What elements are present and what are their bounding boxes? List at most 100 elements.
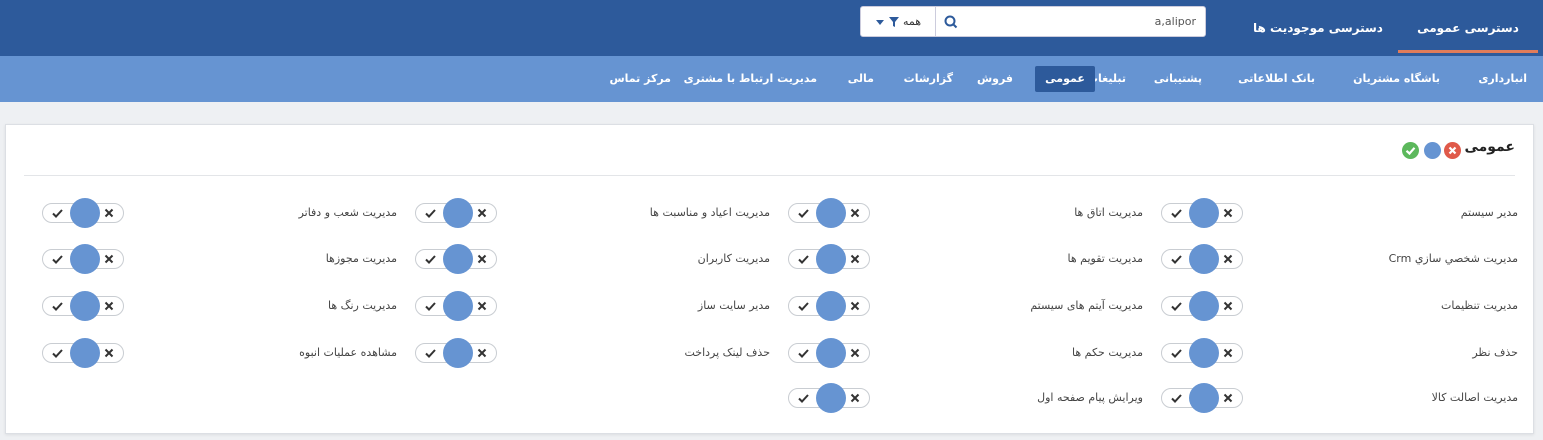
- permission-label: مدیریت اتاق ها: [1074, 206, 1143, 219]
- filter-dropdown[interactable]: همه: [860, 6, 936, 37]
- permission-toggle[interactable]: [1161, 338, 1243, 368]
- check-icon[interactable]: [1171, 254, 1182, 265]
- close-icon[interactable]: [1223, 208, 1233, 218]
- check-icon[interactable]: [425, 348, 436, 359]
- permission-label: مدیریت حکم ها: [1071, 346, 1143, 359]
- check-icon[interactable]: [52, 301, 63, 312]
- search-icon[interactable]: [942, 13, 960, 31]
- toggle-knob[interactable]: [443, 338, 473, 368]
- permission-toggle[interactable]: [42, 291, 124, 321]
- permission-toggle[interactable]: [1161, 198, 1243, 228]
- circle-icon: [1424, 142, 1441, 159]
- filter-label: همه: [902, 15, 922, 28]
- close-icon[interactable]: [850, 254, 860, 264]
- toggle-knob[interactable]: [816, 383, 846, 413]
- close-icon[interactable]: [477, 348, 487, 358]
- close-icon[interactable]: [850, 348, 860, 358]
- allow-all-button[interactable]: [1402, 142, 1419, 159]
- nav-item-sales[interactable]: فروش: [969, 66, 1021, 92]
- close-icon[interactable]: [850, 393, 860, 403]
- check-icon[interactable]: [798, 254, 809, 265]
- check-icon[interactable]: [1171, 393, 1182, 404]
- check-icon[interactable]: [798, 208, 809, 219]
- permission-toggle[interactable]: [788, 244, 870, 274]
- permission-label: ویرایش پیام صفحه اول: [1037, 391, 1143, 404]
- permission-toggle[interactable]: [788, 291, 870, 321]
- permission-toggle[interactable]: [42, 244, 124, 274]
- check-icon[interactable]: [52, 254, 63, 265]
- close-icon[interactable]: [104, 301, 114, 311]
- check-icon[interactable]: [425, 254, 436, 265]
- tab-entity-access[interactable]: دسترسی موجودیت ها: [1243, 0, 1393, 53]
- permission-toggle[interactable]: [415, 338, 497, 368]
- toggle-knob[interactable]: [443, 198, 473, 228]
- permission-label: حذف لینک پرداخت: [684, 346, 771, 359]
- toggle-knob[interactable]: [1189, 291, 1219, 321]
- close-icon[interactable]: [104, 208, 114, 218]
- check-icon[interactable]: [52, 208, 63, 219]
- check-icon[interactable]: [798, 301, 809, 312]
- check-icon[interactable]: [425, 208, 436, 219]
- toggle-knob[interactable]: [816, 338, 846, 368]
- close-icon[interactable]: [477, 301, 487, 311]
- close-icon[interactable]: [477, 208, 487, 218]
- close-icon[interactable]: [1223, 254, 1233, 264]
- check-icon[interactable]: [798, 393, 809, 404]
- nav-item-finance[interactable]: مالی: [840, 66, 882, 92]
- permission-toggle[interactable]: [42, 338, 124, 368]
- toggle-knob[interactable]: [816, 244, 846, 274]
- toggle-knob[interactable]: [443, 291, 473, 321]
- toggle-knob[interactable]: [816, 198, 846, 228]
- permission-label: مدیریت کاربران: [697, 252, 770, 265]
- nav-item-call-center[interactable]: مرکز تماس: [601, 66, 679, 92]
- close-icon[interactable]: [850, 301, 860, 311]
- toggle-knob[interactable]: [70, 244, 100, 274]
- neutral-all-button[interactable]: [1424, 142, 1441, 159]
- permission-toggle[interactable]: [415, 291, 497, 321]
- permission-toggle[interactable]: [42, 198, 124, 228]
- nav-item-general[interactable]: عمومی: [1035, 66, 1095, 92]
- permission-toggle[interactable]: [415, 244, 497, 274]
- nav-item-crm[interactable]: مدیریت ارتباط با مشتری: [676, 66, 825, 92]
- permission-toggle[interactable]: [788, 383, 870, 413]
- permission-toggle[interactable]: [1161, 383, 1243, 413]
- permission-toggle[interactable]: [1161, 244, 1243, 274]
- check-icon[interactable]: [425, 301, 436, 312]
- toggle-knob[interactable]: [816, 291, 846, 321]
- toggle-knob[interactable]: [70, 291, 100, 321]
- close-icon[interactable]: [104, 254, 114, 264]
- check-icon[interactable]: [1171, 301, 1182, 312]
- close-icon[interactable]: [1223, 301, 1233, 311]
- toggle-knob[interactable]: [443, 244, 473, 274]
- permission-toggle[interactable]: [1161, 291, 1243, 321]
- toggle-knob[interactable]: [1189, 198, 1219, 228]
- close-icon[interactable]: [850, 208, 860, 218]
- check-icon[interactable]: [52, 348, 63, 359]
- toggle-knob[interactable]: [1189, 338, 1219, 368]
- search-input[interactable]: [966, 7, 1202, 36]
- permission-toggle[interactable]: [415, 198, 497, 228]
- search-box: [935, 6, 1206, 37]
- nav-item-inventory[interactable]: انبارداری: [1470, 66, 1535, 92]
- check-icon[interactable]: [1171, 348, 1182, 359]
- nav-item-reports[interactable]: گزارشات: [896, 66, 961, 92]
- toggle-knob[interactable]: [70, 198, 100, 228]
- deny-all-button[interactable]: [1444, 142, 1461, 159]
- check-icon[interactable]: [798, 348, 809, 359]
- top-bar: دسترسی عمومی دسترسی موجودیت ها همه: [0, 0, 1543, 56]
- toggle-knob[interactable]: [70, 338, 100, 368]
- close-icon[interactable]: [1223, 393, 1233, 403]
- permission-toggle[interactable]: [788, 338, 870, 368]
- close-icon[interactable]: [477, 254, 487, 264]
- permission-label: مدیریت رنگ ها: [327, 299, 397, 312]
- toggle-knob[interactable]: [1189, 383, 1219, 413]
- check-icon[interactable]: [1171, 208, 1182, 219]
- nav-item-support[interactable]: پشتیبانی: [1146, 66, 1210, 92]
- close-icon[interactable]: [104, 348, 114, 358]
- tab-general-access[interactable]: دسترسی عمومی: [1398, 0, 1538, 53]
- close-icon[interactable]: [1223, 348, 1233, 358]
- toggle-knob[interactable]: [1189, 244, 1219, 274]
- nav-item-customer-club[interactable]: باشگاه مشتریان: [1345, 66, 1448, 92]
- permission-toggle[interactable]: [788, 198, 870, 228]
- nav-item-database[interactable]: بانک اطلاعاتی: [1230, 66, 1323, 92]
